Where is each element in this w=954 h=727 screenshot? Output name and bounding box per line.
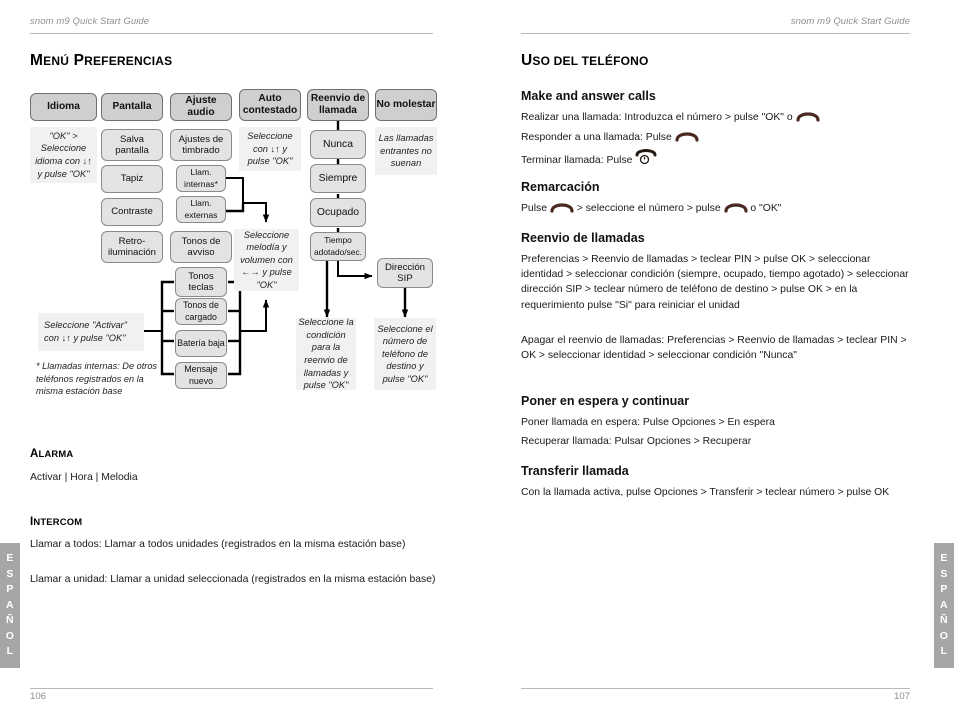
node-reenvio-de-llamada[interactable]: Reenvio de llamada <box>307 89 369 121</box>
node-tapiz[interactable]: Tapiz <box>101 165 163 193</box>
side-tab-left-letters: ESPAÑOL <box>5 552 15 658</box>
alarma-body: Activar | Hora | Melodia <box>30 472 138 483</box>
intercom-body-2: Llamar a unidad: Llamar a unidad selecci… <box>30 574 436 585</box>
left-page: snom m9 Quick Start Guide MENÚ PREFERENC… <box>0 0 477 727</box>
handset-icon <box>675 130 699 142</box>
note-activar: Seleccione "Activar" con ↓↑ y pulse "OK" <box>38 313 144 351</box>
node-no-molestar[interactable]: No molestar <box>375 89 437 121</box>
line-remarcacion-pre: Pulse <box>521 203 550 214</box>
note-auto-contestado: Seleccione con ↓↑ y pulse "OK" <box>239 127 301 171</box>
running-head-right: snom m9 Quick Start Guide <box>790 16 910 27</box>
heading-transferir-llamada: Transferir llamada <box>521 464 629 478</box>
heading-remarcacion: Remarcación <box>521 180 600 194</box>
node-ocupado[interactable]: Ocupado <box>310 198 366 227</box>
line-remarcacion-post: o "OK" <box>747 203 782 214</box>
footnote-llamadas-internas: * Llamadas internas: De otros teléfonos … <box>36 361 158 397</box>
espera-paragraph-1: Poner llamada en espera: Pulse Opciones … <box>521 417 775 428</box>
node-llam-externas[interactable]: Llam. externas <box>176 196 226 223</box>
node-tonos-cargado[interactable]: Tonos de cargado <box>175 298 227 325</box>
line-realizar-llamada-text: Realizar una llamada: Introduzca el núme… <box>521 112 796 123</box>
heading-poner-en-espera: Poner en espera y continuar <box>521 394 690 408</box>
espera-paragraph-2: Recuperar llamada: Pulsar Opciones > Rec… <box>521 436 752 447</box>
side-tab-right-letters: ESPAÑOL <box>939 552 949 658</box>
line-remarcacion-mid: > seleccione el número > pulse <box>573 203 724 214</box>
note-no-molestar: Las llamadas entrantes no suenan <box>375 127 437 175</box>
page-title-right: USO DEL TELÉFONO <box>521 52 649 69</box>
node-ajuste-audio[interactable]: Ajuste audio <box>170 93 232 121</box>
node-mensaje-nuevo[interactable]: Mensaje nuevo <box>175 362 227 389</box>
reenvio-paragraph-1: Preferencias > Reenvio de llamadas > tec… <box>521 254 909 311</box>
line-terminar-llamada: Terminar llamada: Pulse <box>521 149 921 168</box>
footer-rule-right <box>521 688 910 689</box>
node-auto-contestado[interactable]: Auto contestado <box>239 89 301 121</box>
node-siempre[interactable]: Siempre <box>310 164 366 193</box>
line-realizar-llamada: Realizar una llamada: Introduzca el núme… <box>521 110 921 125</box>
note-idioma: "OK" > Seleccione idioma con ↓↑ y pulse … <box>30 127 97 183</box>
line-responder-llamada: Responder a una llamada: Pulse <box>521 130 921 145</box>
node-direccion-sip[interactable]: Dirección SIP <box>377 258 433 288</box>
node-tonos-avviso[interactable]: Tonos de avviso <box>170 231 232 263</box>
note-condicion-reenvio: Seleccione la condición para la reenvio … <box>296 317 356 390</box>
reenvio-paragraph-2: Apagar el reenvio de llamadas: Preferenc… <box>521 335 907 362</box>
header-rule-right <box>521 33 910 34</box>
right-page: snom m9 Quick Start Guide USO DEL TELÉFO… <box>477 0 954 727</box>
side-tab-left: ESPAÑOL <box>0 543 20 668</box>
node-ajustes-timbrado[interactable]: Ajustes de timbrado <box>170 129 232 161</box>
heading-reenvio-llamadas: Reenvio de llamadas <box>521 231 645 245</box>
node-llam-internas[interactable]: Llam. internas* <box>176 165 226 192</box>
folio-left: 106 <box>30 691 47 702</box>
node-salva-pantalla[interactable]: Salva pantalla <box>101 129 163 161</box>
node-contraste[interactable]: Contraste <box>101 198 163 226</box>
node-nunca[interactable]: Nunca <box>310 130 366 159</box>
node-pantalla[interactable]: Pantalla <box>101 93 163 121</box>
heading-make-answer-calls: Make and answer calls <box>521 89 656 103</box>
note-melodia-volumen: Seleccione melodía y volumen con ←→ y pu… <box>234 229 299 291</box>
transferir-paragraph-1: Con la llamada activa, pulse Opciones > … <box>521 487 890 498</box>
handset-icon <box>723 201 748 213</box>
intercom-body-1: Llamar a todos: Llamar a todos unidades … <box>30 539 406 550</box>
heading-intercom: INTERCOM <box>30 516 83 528</box>
node-idioma[interactable]: Idioma <box>30 93 97 121</box>
node-tonos-teclas[interactable]: Tonos teclas <box>175 267 227 297</box>
folio-right: 107 <box>893 691 910 702</box>
end-call-icon <box>635 149 657 165</box>
handset-icon <box>550 201 574 213</box>
node-retroiluminacion[interactable]: Retro-iluminación <box>101 231 163 263</box>
handset-icon <box>795 110 820 122</box>
line-remarcacion: Pulse > seleccione el número > pulse o "… <box>521 201 941 216</box>
line-responder-llamada-text: Responder a una llamada: Pulse <box>521 132 675 143</box>
footer-rule-left <box>30 688 433 689</box>
side-tab-right: ESPAÑOL <box>934 543 954 668</box>
note-numero-destino: Seleccione el número de teléfono de dest… <box>374 318 436 390</box>
line-terminar-llamada-text: Terminar llamada: Pulse <box>521 155 636 166</box>
node-bateria-baja[interactable]: Batería baja <box>175 330 227 357</box>
heading-alarma: ALARMA <box>30 448 74 460</box>
node-tiempo-adotado[interactable]: Tiempo adotado/sec. <box>310 232 366 261</box>
preferences-flowchart: Idioma "OK" > Seleccione idioma con ↓↑ y… <box>0 0 477 420</box>
